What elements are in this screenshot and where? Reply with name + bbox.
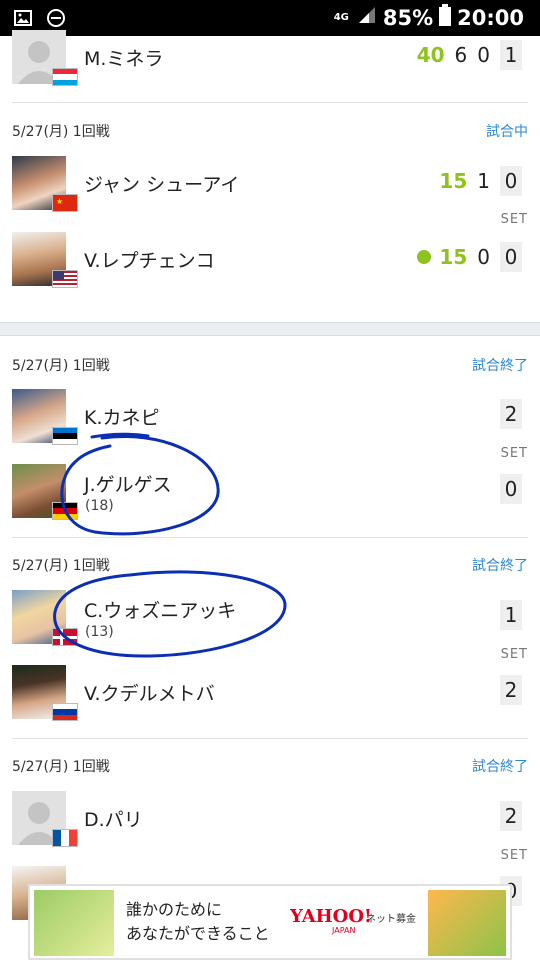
card-separator <box>0 322 540 336</box>
player-row[interactable]: V.クデルメトバ 2 <box>12 665 528 721</box>
match-date-round: 5/27(月) 1回戦 <box>12 358 110 374</box>
flag-estonia-icon <box>52 427 78 445</box>
player-row[interactable]: J.ゲルゲス (18) 0 <box>12 464 528 520</box>
player-name: J.ゲルゲス <box>84 474 172 496</box>
score-line: 2 <box>500 801 522 831</box>
network-type: 4G <box>333 11 349 23</box>
ad-text-line1: 誰かのために <box>126 900 223 919</box>
flag-luxembourg-icon <box>52 68 78 86</box>
flag-france-icon <box>52 829 78 847</box>
player-name: V.クデルメトバ <box>84 683 215 705</box>
battery-icon <box>439 4 452 31</box>
score-line: 0 <box>500 474 522 504</box>
match-header: 5/27(月) 1回戦 試合中 <box>12 121 528 141</box>
flag-denmark-icon <box>52 628 78 646</box>
match-status[interactable]: 試合終了 <box>472 555 528 575</box>
serving-ball-icon <box>417 250 432 264</box>
sets: 1 <box>500 40 522 70</box>
ad-puppy-image <box>34 890 114 956</box>
player-name: C.ウォズニアッキ <box>84 600 237 622</box>
sets: 2 <box>500 399 522 429</box>
svg-text:★: ★ <box>56 197 63 206</box>
divider <box>12 738 528 739</box>
sets: 0 <box>500 166 522 196</box>
score-line: 2 <box>500 675 522 705</box>
points: 15 <box>439 169 468 193</box>
score-line: 15 1 0 <box>439 166 522 196</box>
match-date-round: 5/27(月) 1回戦 <box>12 759 110 775</box>
player-name: D.パリ <box>84 809 143 831</box>
flag-china-icon: ★ <box>52 194 78 212</box>
match-date-round: 5/27(月) 1回戦 <box>12 124 110 140</box>
ad-children-image <box>428 890 506 956</box>
games: 1 <box>477 169 490 193</box>
player-name: M.ミネラ <box>84 48 164 70</box>
player-row[interactable]: ★ ジャン シューアイ 15 1 0 <box>12 156 528 212</box>
signal-icon <box>357 5 377 30</box>
do-not-disturb-icon <box>46 8 66 32</box>
set-label: SET <box>500 848 528 863</box>
games: 6 <box>454 43 468 67</box>
match-header: 5/27(月) 1回戦 試合終了 <box>12 756 528 776</box>
set-label: SET <box>500 446 528 461</box>
match-header: 5/27(月) 1回戦 試合終了 <box>12 355 528 375</box>
flag-germany-icon <box>52 502 78 520</box>
games: 0 <box>477 43 490 67</box>
match-status[interactable]: 試合終了 <box>472 355 528 375</box>
player-row[interactable]: D.パリ 2 <box>12 791 528 847</box>
flag-russia-icon <box>52 703 78 721</box>
ad-logo-sub: JAPAN <box>332 926 356 935</box>
ad-logo: YAHOO! <box>290 906 372 927</box>
ad-logo-net: ネット募金 <box>366 914 416 925</box>
score-line: 1 <box>500 600 522 630</box>
set-label: SET <box>500 212 528 227</box>
sets: 2 <box>500 801 522 831</box>
battery-percent: 85% <box>382 5 434 30</box>
match-date-round: 5/27(月) 1回戦 <box>12 558 110 574</box>
score-line: 40 6 0 1 <box>417 40 522 70</box>
sets: 0 <box>500 242 522 272</box>
player-seed: (18) <box>85 498 114 514</box>
divider <box>12 537 528 538</box>
sets: 2 <box>500 675 522 705</box>
player-row[interactable]: M.ミネラ 40 6 0 1 <box>12 30 528 86</box>
ad-banner[interactable]: 誰かのために あなたができること YAHOO! JAPAN ネット募金 <box>28 884 512 960</box>
ad-text: 誰かのために あなたができること <box>126 898 270 946</box>
set-label: SET <box>500 647 528 662</box>
flag-usa-icon <box>52 270 78 288</box>
player-row[interactable]: K.カネピ 2 <box>12 389 528 445</box>
sets: 1 <box>500 600 522 630</box>
player-row[interactable]: V.レプチェンコ 15 0 0 <box>12 232 528 288</box>
player-name: V.レプチェンコ <box>84 250 215 272</box>
score-line: 15 0 0 <box>417 242 522 272</box>
match-header: 5/27(月) 1回戦 試合終了 <box>12 555 528 575</box>
score-line: 2 <box>500 399 522 429</box>
player-name: ジャン シューアイ <box>84 174 240 196</box>
sets: 0 <box>500 474 522 504</box>
ad-text-line2: あなたができること <box>126 924 270 943</box>
points: 40 <box>416 43 445 67</box>
points: 15 <box>439 245 468 269</box>
clock: 20:00 <box>457 5 524 30</box>
divider <box>12 102 528 103</box>
match-status[interactable]: 試合中 <box>486 121 528 141</box>
player-row[interactable]: C.ウォズニアッキ (13) 1 <box>12 590 528 646</box>
player-name: K.カネピ <box>84 407 160 429</box>
match-status[interactable]: 試合終了 <box>472 756 528 776</box>
games: 0 <box>477 245 490 269</box>
player-seed: (13) <box>85 624 114 640</box>
gallery-icon <box>14 10 32 30</box>
